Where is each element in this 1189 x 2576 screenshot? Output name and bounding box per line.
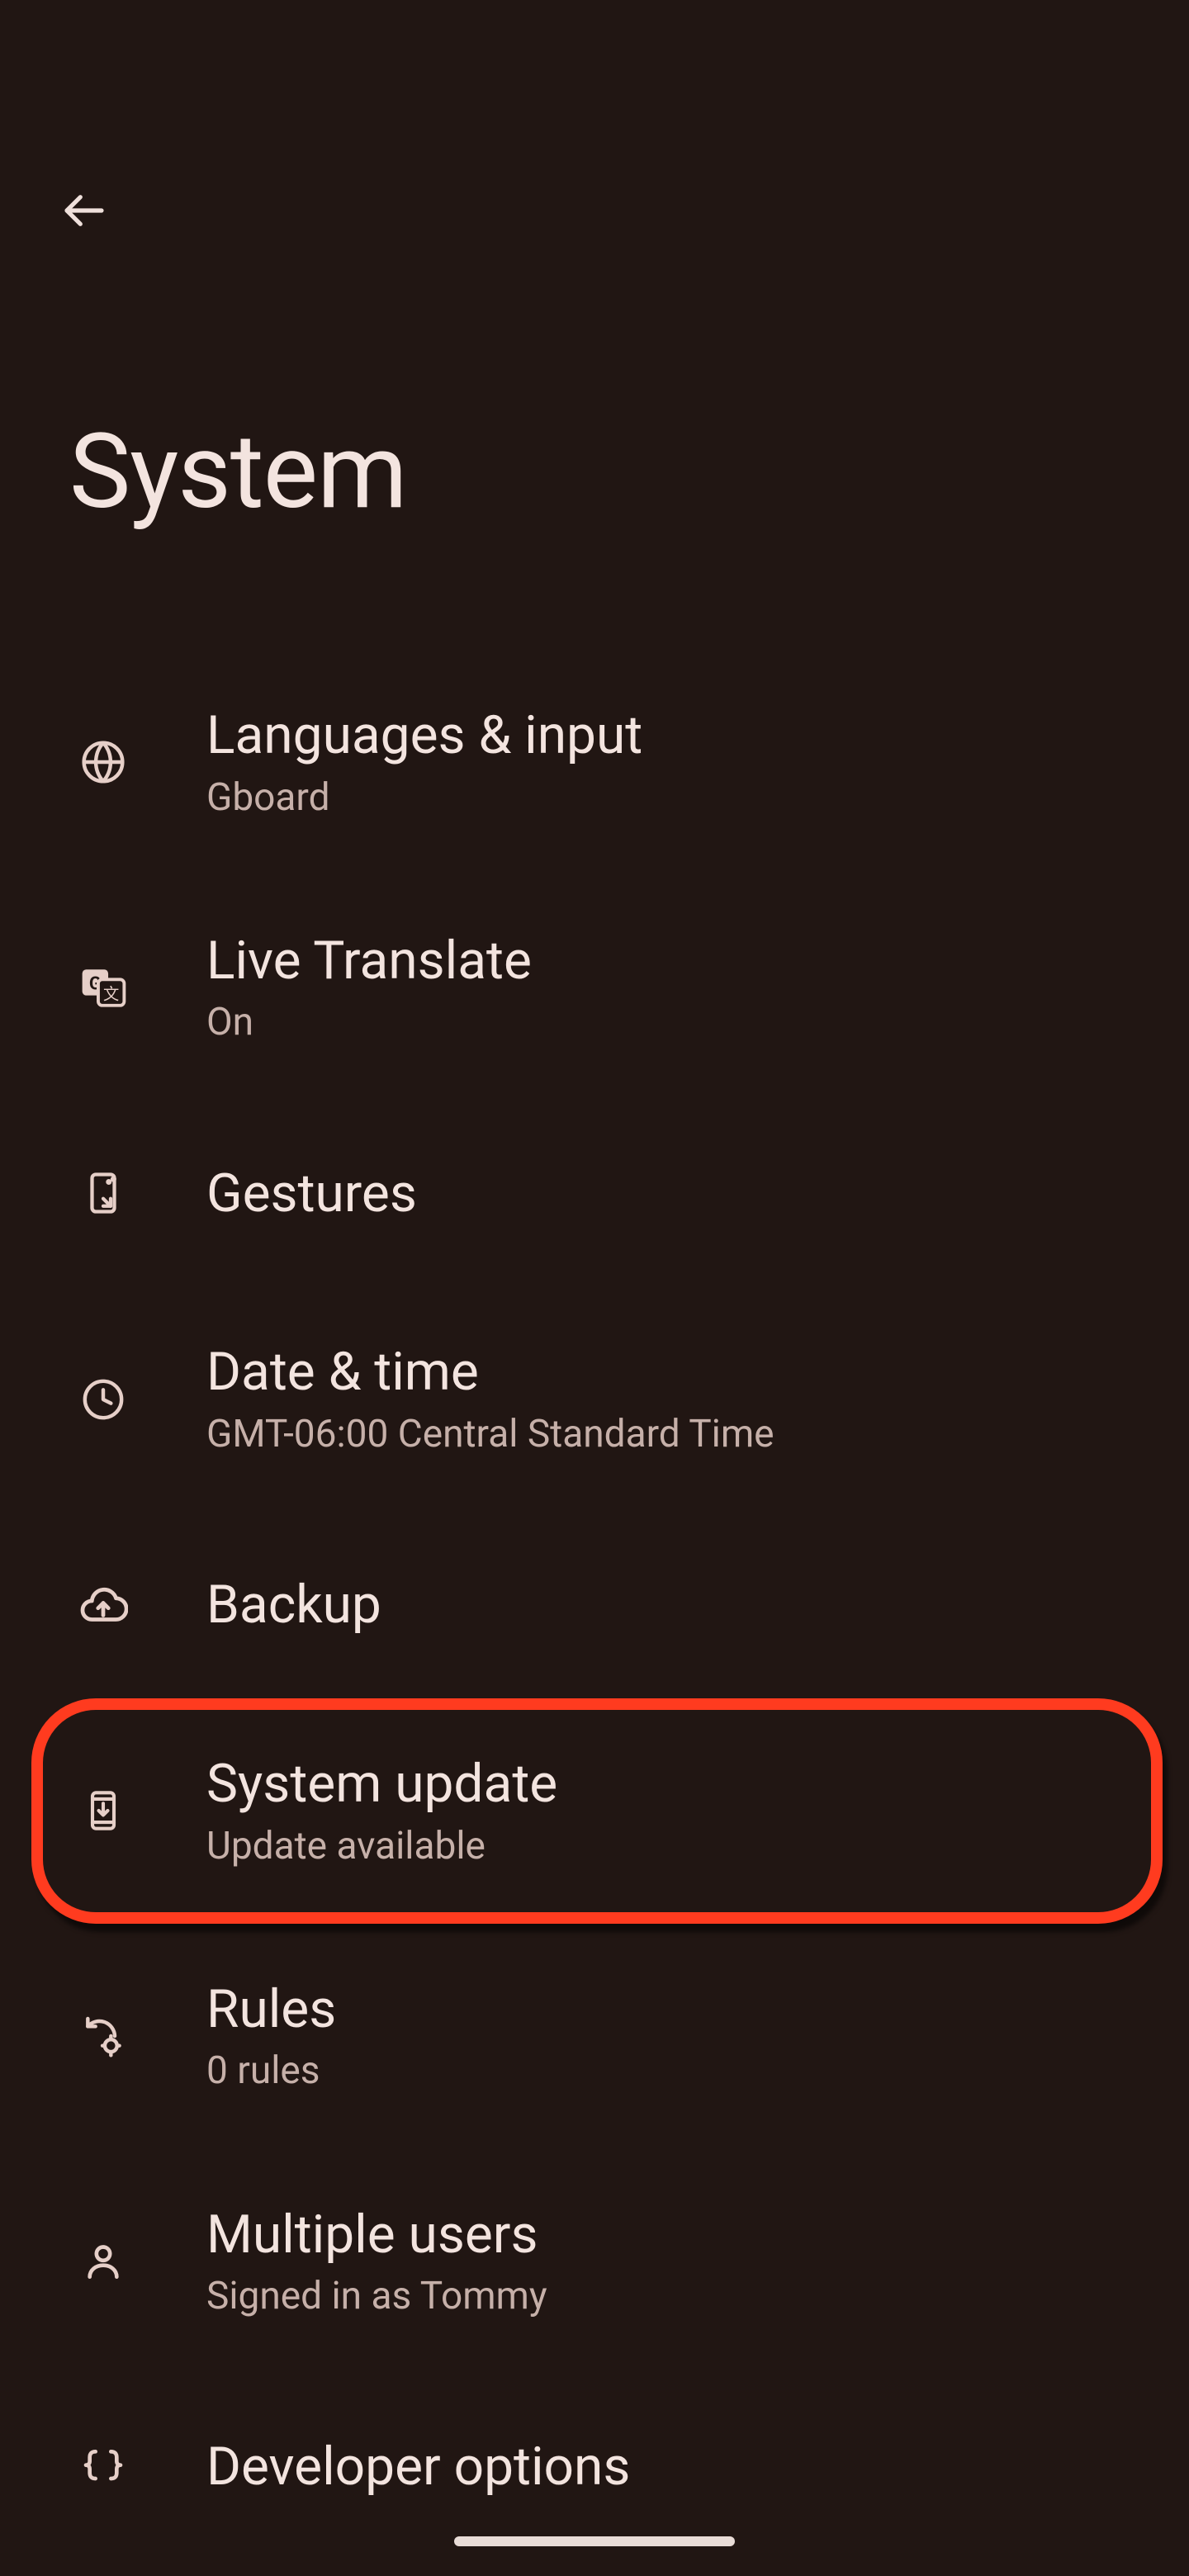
translate-icon: G 文 xyxy=(74,959,132,1016)
row-subtitle: On xyxy=(206,1000,532,1045)
row-subtitle: Update available xyxy=(206,1824,557,1869)
row-rules[interactable]: Rules 0 rules xyxy=(0,1939,1189,2134)
row-subtitle: Signed in as Tommy xyxy=(206,2274,547,2319)
row-title: System update xyxy=(206,1753,557,1816)
system-settings-screen: System Languages & input Gboard xyxy=(0,0,1189,2576)
row-texts: Languages & input Gboard xyxy=(206,704,642,821)
row-system-update[interactable]: System update Update available xyxy=(0,1713,1189,1909)
row-texts: Rules 0 rules xyxy=(206,1978,336,2095)
row-texts: Multiple users Signed in as Tommy xyxy=(206,2204,547,2320)
gesture-nav-bar[interactable] xyxy=(454,2536,735,2546)
row-title: Rules xyxy=(206,1978,336,2041)
row-texts: Date & time GMT-06:00 Central Standard T… xyxy=(206,1341,775,1457)
row-developer-options[interactable]: Developer options xyxy=(0,2389,1189,2545)
globe-icon xyxy=(74,733,132,791)
row-texts: Backup xyxy=(206,1574,381,1636)
cloud-upload-icon xyxy=(74,1576,132,1634)
rules-icon xyxy=(74,2007,132,2065)
row-texts: Gestures xyxy=(206,1163,417,1225)
system-update-icon xyxy=(74,1782,132,1840)
row-texts: System update Update available xyxy=(206,1753,557,1869)
row-title: Live Translate xyxy=(206,930,532,992)
highlight-annotation xyxy=(31,1698,1163,1924)
row-backup[interactable]: Backup xyxy=(0,1527,1189,1683)
row-subtitle: GMT-06:00 Central Standard Time xyxy=(206,1412,775,1457)
row-title: Date & time xyxy=(206,1341,775,1404)
page-title: System xyxy=(69,411,407,533)
row-date-time[interactable]: Date & time GMT-06:00 Central Standard T… xyxy=(0,1301,1189,1497)
braces-icon xyxy=(74,2438,132,2496)
row-live-translate[interactable]: G 文 Live Translate On xyxy=(0,890,1189,1086)
person-icon xyxy=(74,2233,132,2290)
row-title: Gestures xyxy=(206,1163,417,1225)
clock-icon xyxy=(74,1371,132,1428)
row-texts: Live Translate On xyxy=(206,930,532,1046)
row-multiple-users[interactable]: Multiple users Signed in as Tommy xyxy=(0,2164,1189,2360)
settings-list: Languages & input Gboard G 文 Live Transl… xyxy=(0,665,1189,2545)
row-title: Backup xyxy=(206,1574,381,1636)
back-button[interactable] xyxy=(51,178,117,244)
row-gestures[interactable]: Gestures xyxy=(0,1115,1189,1271)
gestures-icon xyxy=(74,1164,132,1222)
row-languages-input[interactable]: Languages & input Gboard xyxy=(0,665,1189,860)
row-subtitle: Gboard xyxy=(206,775,642,821)
row-title: Developer options xyxy=(206,2436,630,2498)
row-subtitle: 0 rules xyxy=(206,2048,336,2094)
svg-text:文: 文 xyxy=(103,985,119,1004)
row-title: Multiple users xyxy=(206,2204,547,2266)
arrow-back-icon xyxy=(61,187,107,234)
row-title: Languages & input xyxy=(206,704,642,767)
row-texts: Developer options xyxy=(206,2436,630,2498)
